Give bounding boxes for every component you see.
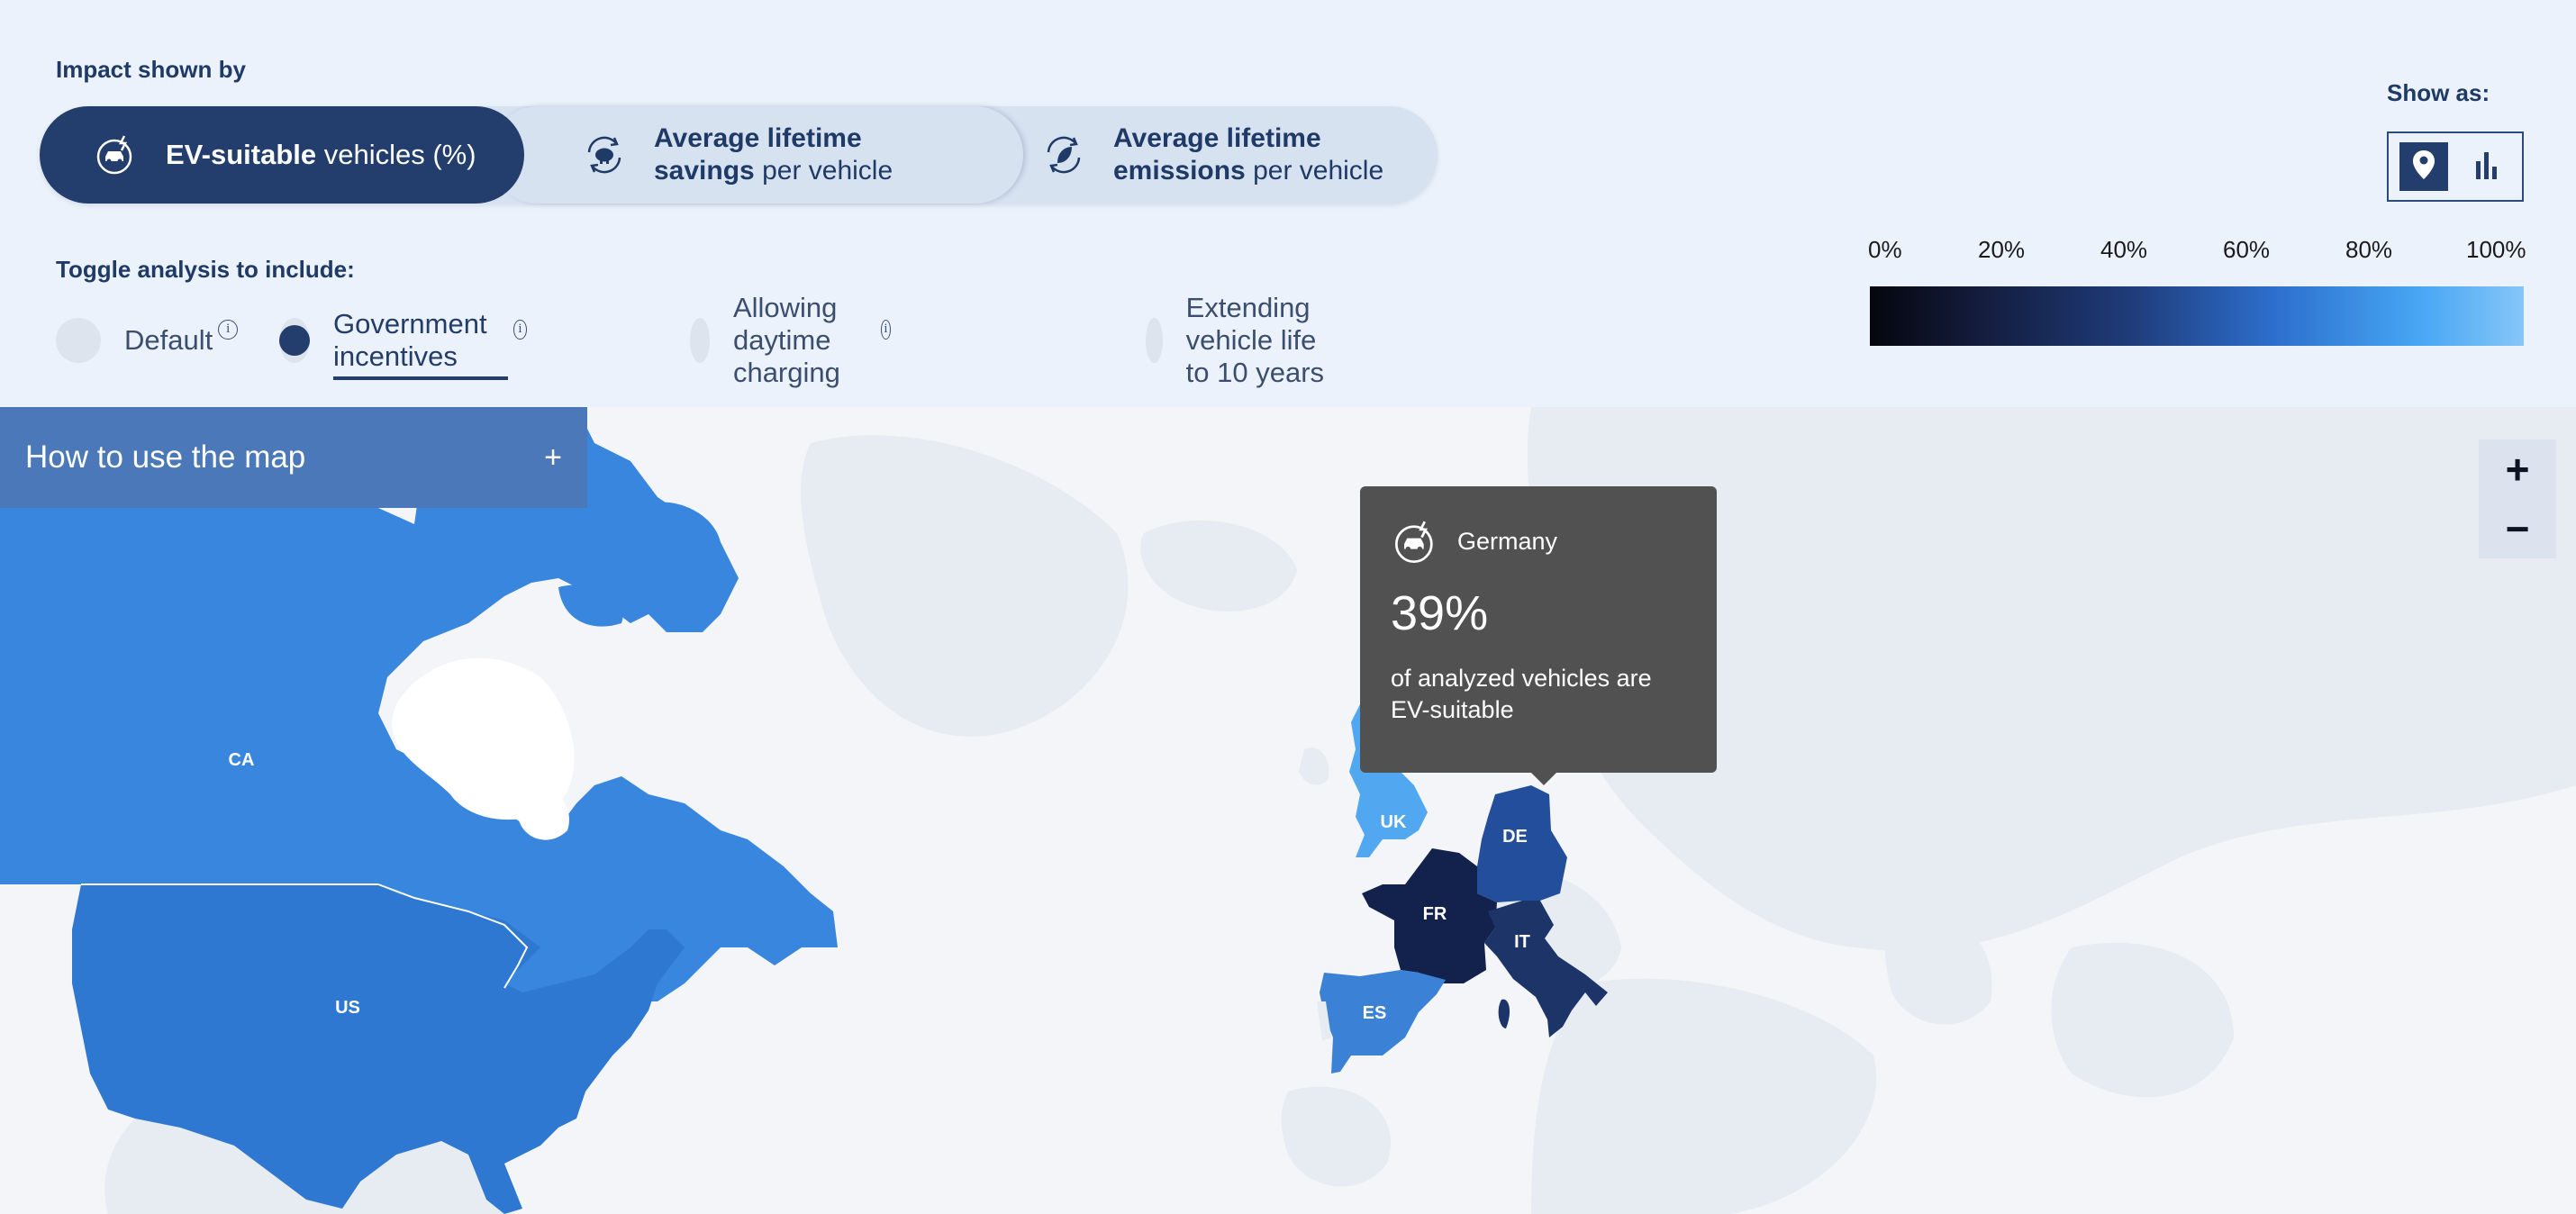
ev-car-icon <box>1392 519 1439 566</box>
toggle-government-incentives[interactable]: Government incentives i <box>279 308 527 380</box>
tab-emissions-rest: per vehicle <box>1245 156 1384 186</box>
country-code-es: ES <box>1363 1003 1387 1023</box>
map-pin-icon <box>2412 149 2435 185</box>
toggle-daytime-charging-label: Allowing daytime charging <box>732 292 840 388</box>
toggle-extend-vehicle-life[interactable]: Extending vehicle life to 10 years <box>1146 292 1338 388</box>
map-canvas: CA US UK DE FR IT ES <box>0 407 2576 1214</box>
tab-savings-bold2: savings <box>654 156 755 186</box>
control-panel: Impact shown by EV-suitable vehicles (%)… <box>0 0 2576 407</box>
zoom-out-button[interactable]: − <box>2479 499 2556 558</box>
tooltip-value: 39% <box>1391 586 1489 640</box>
zoom-controls: + − <box>2479 439 2556 558</box>
country-code-us: US <box>335 998 360 1018</box>
country-code-de: DE <box>1502 827 1528 847</box>
info-icon[interactable]: i <box>218 320 239 340</box>
legend-tick: 80% <box>2345 236 2393 263</box>
country-ireland <box>1299 747 1329 785</box>
show-as-label: Show as: <box>2387 79 2490 106</box>
country-code-uk: UK <box>1381 812 1407 832</box>
leaf-cycle-icon <box>1039 131 1088 179</box>
tab-emissions-bold2: emissions <box>1113 156 1246 186</box>
radio-selected-dot <box>279 325 310 356</box>
map-view-button[interactable] <box>2399 142 2448 191</box>
how-to-use-map-toggle[interactable]: How to use the map + <box>0 407 587 508</box>
country-code-fr: FR <box>1423 904 1447 924</box>
world-map[interactable]: CA US UK DE FR IT ES <box>0 407 2576 1214</box>
legend-tick: 20% <box>1978 236 2026 263</box>
bar-chart-view-button[interactable] <box>2463 142 2511 191</box>
country-code-ca: CA <box>229 750 255 770</box>
sardinia <box>1498 999 1510 1028</box>
info-icon[interactable]: i <box>513 320 527 340</box>
tab-savings[interactable]: Average lifetime savings per vehicle <box>490 106 1023 204</box>
tab-emissions-bold: Average lifetime <box>1113 123 1321 153</box>
radio-daytime-charging[interactable] <box>690 318 710 363</box>
legend-color-scale <box>1870 286 2524 346</box>
tab-savings-rest: per vehicle <box>754 156 893 186</box>
legend-tick: 40% <box>2100 236 2148 263</box>
toggle-daytime-charging[interactable]: Allowing daytime charging i <box>690 292 891 388</box>
zoom-in-button[interactable]: + <box>2479 439 2556 499</box>
bar-chart-icon <box>2474 150 2499 184</box>
piggy-bank-cycle-icon <box>580 131 629 179</box>
impact-tabs: EV-suitable vehicles (%) Average lifetim… <box>40 106 1438 204</box>
expand-plus-icon: + <box>544 439 562 475</box>
tab-emissions[interactable]: Average lifetime emissions per vehicle <box>985 106 1438 204</box>
legend-tick: 0% <box>1868 236 1902 263</box>
tab-ev-rest: vehicles (%) <box>316 139 476 170</box>
legend-scale-labels: 0% 20% 40% 60% 80% 100% <box>1868 236 2526 265</box>
toggle-government-incentives-label: Government incentives <box>333 308 509 380</box>
legend-tick: 100% <box>2466 236 2526 263</box>
view-switcher <box>2387 131 2524 202</box>
tab-ev-suitable[interactable]: EV-suitable vehicles (%) <box>40 106 524 204</box>
toggle-label: Toggle analysis to include: <box>56 256 355 283</box>
toggle-extend-vehicle-life-label: Extending vehicle life to 10 years <box>1185 292 1325 388</box>
radio-government-incentives[interactable] <box>279 318 310 363</box>
radio-extend-vehicle-life[interactable] <box>1146 318 1163 363</box>
tab-savings-bold: Average lifetime <box>654 123 862 153</box>
toggle-default-label: Default <box>124 324 213 356</box>
toggle-default[interactable]: Default i <box>56 317 239 364</box>
tab-ev-bold: EV-suitable <box>166 139 317 170</box>
ev-car-icon <box>92 131 141 179</box>
how-to-use-map-label: How to use the map <box>25 439 306 475</box>
info-icon[interactable]: i <box>881 320 891 340</box>
radio-default[interactable] <box>56 318 101 363</box>
country-germany[interactable] <box>1477 785 1567 911</box>
tooltip-description: of analyzed vehicles are EV-suitable <box>1391 665 1652 723</box>
country-code-it: IT <box>1514 932 1530 952</box>
impact-label: Impact shown by <box>56 56 246 83</box>
legend-tick: 60% <box>2223 236 2271 263</box>
country-tooltip: Germany 39% of analyzed vehicles are EV-… <box>1360 486 1717 785</box>
tooltip-country-name: Germany <box>1457 528 1558 555</box>
